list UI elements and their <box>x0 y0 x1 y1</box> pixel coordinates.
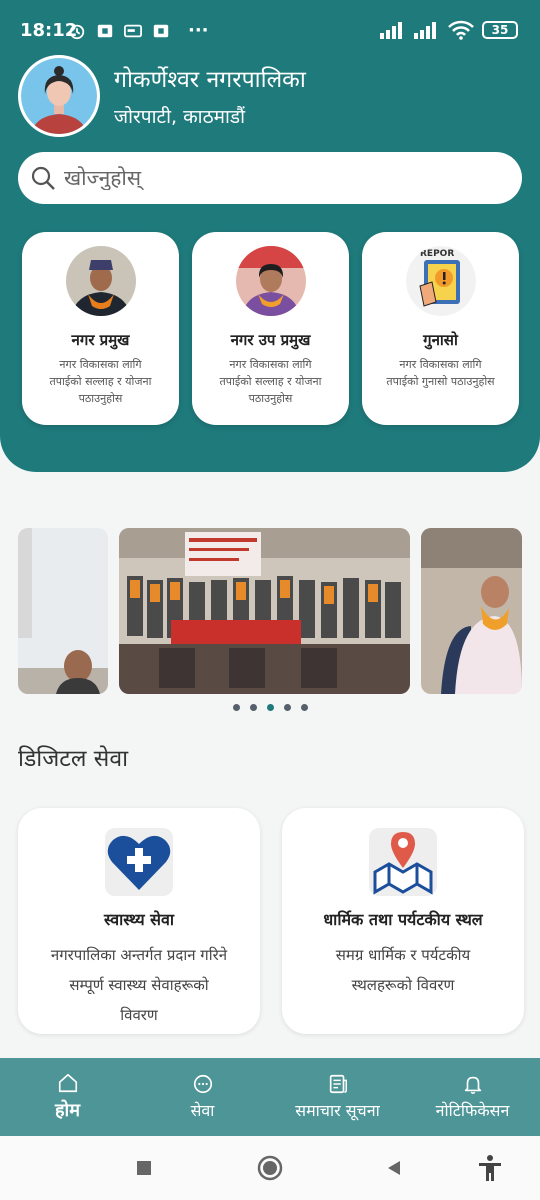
section-title: डिजिटल सेवा <box>18 746 129 772</box>
battery-icon: 35 <box>482 21 518 39</box>
status-notification-icons: ··· <box>68 20 209 41</box>
triangle-back-icon <box>388 1161 400 1175</box>
media-icon-2 <box>153 24 169 37</box>
slide-image-current <box>119 528 410 694</box>
municipality-name: गोकर्णेश्वर नगरपालिका <box>114 67 306 93</box>
deputy-mayor-photo <box>235 246 306 316</box>
nav-home-label: होम <box>55 1100 80 1121</box>
mayor-photo <box>65 246 136 316</box>
home-icon <box>58 1073 77 1093</box>
alarm-icon <box>69 24 85 39</box>
wifi-icon <box>448 20 474 40</box>
search-icon <box>31 166 55 190</box>
health-desc-line1: नगरपालिका अन्तर्गत प्रदान गरिने <box>50 946 228 964</box>
health-service-desc: नगरपालिका अन्तर्गत प्रदान गरिने सम्पूर्ण… <box>18 940 260 1030</box>
chat-icon <box>193 1074 212 1094</box>
carousel-dot-active[interactable] <box>266 704 274 711</box>
news-icon <box>329 1074 347 1094</box>
carousel-dot[interactable] <box>283 704 291 711</box>
complaint-title: गुनासो <box>423 331 458 349</box>
deputy-mayor-desc: नगर विकासका लागि तपाईको सल्लाह र योजना प… <box>192 356 349 407</box>
bell-icon <box>464 1076 481 1094</box>
bottom-navigation: होम सेवा समाचार सूचना नोटिफिकेसन <box>0 1058 540 1136</box>
media-icon <box>97 24 113 37</box>
signal-icon-2 <box>414 22 436 39</box>
status-system-icons: 35 <box>380 20 518 40</box>
carousel-dot[interactable] <box>232 704 240 711</box>
signal-icon <box>380 22 402 39</box>
mayor-desc: नगर विकासका लागि तपाईको सल्लाह र योजना प… <box>22 356 179 407</box>
accessibility-button[interactable] <box>476 1154 504 1182</box>
home-button[interactable] <box>256 1154 284 1182</box>
status-bar: 18:12 ··· 35 <box>0 0 540 62</box>
deputy-desc-line3: पठाउनुहोस <box>248 392 293 405</box>
nav-news-label: समाचार सूचना <box>295 1101 380 1120</box>
user-avatar-icon <box>21 58 97 134</box>
card-icon <box>124 24 142 37</box>
health-service-card[interactable]: स्वास्थ्य सेवा नगरपालिका अन्तर्गत प्रदान… <box>18 808 260 1034</box>
nav-notifications-label: नोटिफिकेसन <box>435 1101 510 1120</box>
system-navigation-bar <box>0 1136 540 1200</box>
religious-tourism-card[interactable]: धार्मिक तथा पर्यटकीय स्थल समग्र धार्मिक … <box>282 808 524 1034</box>
health-icon-box <box>105 828 173 896</box>
heart-cross-icon <box>107 835 171 890</box>
carousel-slide-prev[interactable] <box>18 528 108 694</box>
avatar[interactable] <box>18 55 100 137</box>
complaint-desc-line1: नगर विकासका लागि <box>399 358 482 371</box>
app-screen: 18:12 ··· 35 गोकर्णेश्वर नगरपालिका जोरपा… <box>0 0 540 1200</box>
tourism-icon-box <box>369 828 437 896</box>
deputy-desc-line2: तपाईको सल्लाह र योजना <box>219 375 322 388</box>
mayor-desc-line3: पठाउनुहोस <box>78 392 123 405</box>
search-input[interactable] <box>64 166 484 190</box>
tourism-desc-line2: स्थलहरूको विवरण <box>351 976 455 994</box>
nav-services-label: सेवा <box>190 1101 215 1120</box>
photo-carousel[interactable] <box>0 528 540 694</box>
mayor-title: नगर प्रमुख <box>71 331 130 349</box>
health-desc-line2: सम्पूर्ण स्वास्थ्य सेवाहरूको <box>69 976 209 994</box>
complaint-icon-text: REPOR <box>420 249 454 259</box>
back-button[interactable] <box>380 1154 408 1182</box>
health-desc-line3: विवरण <box>120 1006 158 1024</box>
slide-image-prev <box>18 528 108 694</box>
nav-news[interactable]: समाचार सूचना <box>270 1058 405 1136</box>
complaint-desc: नगर विकासका लागि तपाईको गुनासो पठाउनुहोस <box>362 356 519 390</box>
nav-services[interactable]: सेवा <box>135 1058 270 1136</box>
complaint-card[interactable]: REPOR गुनासो नगर विकासका लागि तपाईको गुन… <box>362 232 519 425</box>
carousel-slide-next[interactable] <box>421 528 522 694</box>
mayor-desc-line1: नगर विकासका लागि <box>59 358 142 371</box>
complaint-desc-line2: तपाईको गुनासो पठाउनुहोस <box>386 375 495 388</box>
mayor-desc-line2: तपाईको सल्लाह र योजना <box>49 375 152 388</box>
deputy-mayor-card[interactable]: नगर उप प्रमुख नगर विकासका लागि तपाईको सल… <box>192 232 349 425</box>
nav-notifications[interactable]: नोटिफिकेसन <box>405 1058 540 1136</box>
slide-image-next <box>421 528 522 694</box>
tourism-service-desc: समग्र धार्मिक र पर्यटकीय स्थलहरूको विवरण <box>282 940 524 1000</box>
accessibility-icon <box>479 1155 501 1181</box>
carousel-dot[interactable] <box>249 704 257 711</box>
carousel-indicator <box>0 704 540 711</box>
square-icon <box>137 1161 151 1175</box>
tourism-desc-line1: समग्र धार्मिक र पर्यटकीय <box>335 946 471 964</box>
circle-icon <box>257 1155 283 1181</box>
deputy-desc-line1: नगर विकासका लागि <box>229 358 312 371</box>
health-service-title: स्वास्थ्य सेवा <box>103 910 175 929</box>
more-notifications: ··· <box>188 20 209 41</box>
deputy-mayor-title: नगर उप प्रमुख <box>230 331 311 349</box>
carousel-dot[interactable] <box>300 704 308 711</box>
map-pin-icon <box>373 832 433 895</box>
recents-button[interactable] <box>130 1154 158 1182</box>
complaint-report-icon: REPOR <box>405 246 476 316</box>
nav-home[interactable]: होम <box>0 1058 135 1136</box>
tourism-service-title: धार्मिक तथा पर्यटकीय स्थल <box>323 910 483 929</box>
mayor-card[interactable]: नगर प्रमुख नगर विकासका लागि तपाईको सल्ला… <box>22 232 179 425</box>
municipality-address: जोरपाटी, काठमाडौं <box>114 106 246 128</box>
search-bar[interactable] <box>18 152 522 204</box>
carousel-slide-current[interactable] <box>119 528 410 694</box>
